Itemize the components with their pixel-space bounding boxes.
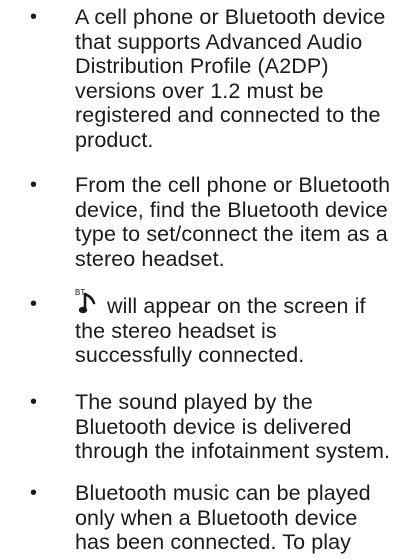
bullet-marker: • [30,482,38,504]
text-line: only when a Bluetooth device [75,505,358,530]
bullet-text: The sound played by the Bluetooth device… [75,390,395,464]
bullet-text: From the cell phone or Bluetooth device,… [75,173,395,271]
text-line: versions over 1.2 must be [75,78,324,103]
text-line: registered and connected to the [75,103,381,128]
bullet-text: A cell phone or Bluetooth device that su… [75,5,395,153]
bullet-text: Bluetooth music can be played only when … [75,481,395,555]
bullet-marker: • [30,6,38,28]
bullet-text: BT will appear on the screen if the ster… [75,289,395,368]
text-line: the stereo headset is [75,318,277,343]
bullet-marker: • [30,293,38,315]
bluetooth-music-icon: BT [75,289,101,316]
text-line: through the infotainment system. [75,439,391,464]
text-line: Distribution Profile (A2DP) [75,54,329,79]
text-line: that supports Advanced Audio [75,29,363,54]
bullet-marker: • [30,391,38,413]
text-line: From the cell phone or Bluetooth [75,173,391,197]
text-line: product. [75,127,154,152]
text-line: successfully connected. [75,343,305,368]
text-line: BT will appear on the screen if [75,289,395,319]
text-line: stereo headset. [75,246,225,271]
text-line: has been connected. To play [75,530,352,555]
text-line: The sound played by the [75,390,313,414]
music-note-icon [79,292,96,314]
bullet-marker: • [30,174,38,196]
text-line: Bluetooth device is delivered [75,414,352,439]
text-line: device, find the Bluetooth device [75,197,388,222]
text-line: Bluetooth music can be played [75,481,371,505]
text-line-content: will appear on the screen if [107,294,366,318]
text-line: type to set/connect the item as a [75,222,388,247]
text-line: A cell phone or Bluetooth device [75,5,386,29]
